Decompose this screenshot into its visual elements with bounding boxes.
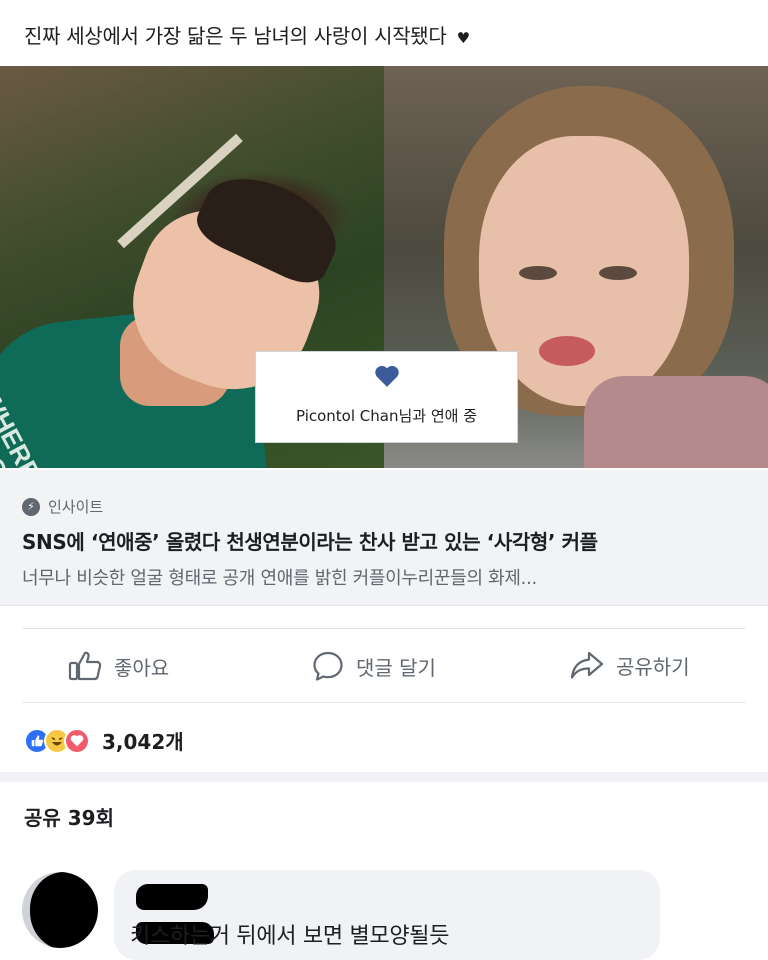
relationship-text: Picontol Chan님과 연애 중: [295, 407, 478, 425]
eye: [519, 266, 557, 280]
share-label: 공유하기: [616, 654, 690, 679]
status-text: 진짜 세상에서 가장 닮은 두 남녀의 사랑이 시작됐다: [24, 24, 447, 48]
divider: [22, 628, 746, 629]
post-status-text: 진짜 세상에서 가장 닮은 두 남녀의 사랑이 시작됐다 ♥: [24, 20, 470, 49]
relationship-status-card: Picontol Chan님과 연애 중: [255, 351, 518, 443]
share-arrow-icon: [570, 651, 604, 679]
comment-item: 키스하는거 뒤에서 보면 별모양될듯: [22, 868, 752, 960]
hoodie: [584, 376, 768, 468]
thumbs-up-icon: [68, 651, 102, 681]
comment-text: 키스하는거 뒤에서 보면 별모양될듯: [130, 924, 450, 949]
comment-bubble-icon: [313, 651, 343, 681]
heart-emoji-icon: ♥: [456, 29, 470, 47]
love-reaction-icon: [64, 727, 90, 754]
link-description: 너무나 비슷한 얼굴 형태로 공개 연애를 밝힌 커플이누리꾼들의 화제...: [22, 568, 537, 589]
commenter-avatar[interactable]: [22, 872, 98, 948]
section-separator: [0, 772, 768, 782]
action-bar: 좋아요 댓글 달기 공유하기: [0, 630, 768, 700]
comment-label: 댓글 달기: [356, 655, 436, 680]
reactions-summary[interactable]: 3,042개: [24, 726, 184, 755]
eye: [599, 266, 637, 280]
divider: [22, 702, 746, 703]
lips: [539, 336, 595, 366]
like-label: 좋아요: [114, 655, 170, 680]
source-name: 인사이트: [48, 498, 104, 516]
redaction-mark: [30, 872, 98, 948]
share-count[interactable]: 공유 39회: [24, 802, 114, 831]
link-headline[interactable]: SNS에 ‘연애중’ 올렸다 천생연분이라는 찬사 받고 있는 ‘사각형’ 커플: [22, 526, 598, 555]
commenter-name-redacted: [136, 884, 208, 910]
heart-icon: [256, 364, 517, 393]
link-source: ⚡ 인사이트: [22, 496, 103, 517]
source-logo-icon: ⚡: [22, 497, 40, 516]
link-preview-info[interactable]: ⚡ 인사이트 SNS에 ‘연애중’ 올렸다 천생연분이라는 찬사 받고 있는 ‘…: [0, 470, 768, 606]
share-button[interactable]: 공유하기: [570, 650, 690, 680]
comment-button[interactable]: 댓글 달기: [312, 650, 436, 682]
like-button[interactable]: 좋아요: [68, 650, 169, 682]
reaction-count: 3,042개: [102, 730, 184, 754]
